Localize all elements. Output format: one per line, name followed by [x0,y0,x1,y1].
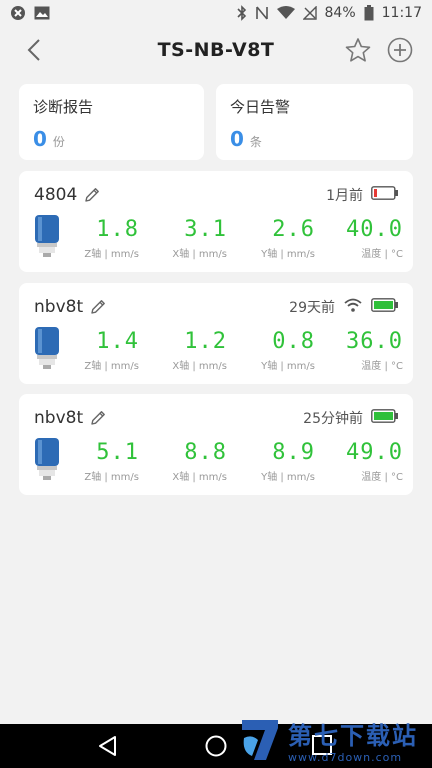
device-name: 4804 [34,185,78,205]
sensor-image [33,215,61,259]
image-icon [34,6,50,20]
reading-label: Y轴 | mm/s [261,472,315,483]
wifi-signal-icon [343,297,363,317]
diagnosis-report-card[interactable]: 诊断报告 0 份 [19,84,204,160]
watermark-title: 第七下载站 [288,722,418,750]
reading-temperature: 40.0 温度 | °C [321,217,409,261]
add-button[interactable] [386,36,414,64]
nfc-icon [255,5,269,21]
bluetooth-icon [236,5,247,21]
reading-label: 温度 | °C [361,361,403,372]
reading-label: X轴 | mm/s [172,472,227,483]
reading-value: 8.9 [272,440,315,465]
battery-full-icon [371,298,399,316]
battery-icon [364,5,374,21]
diagnosis-report-count: 0 [33,127,47,151]
edit-icon[interactable] [89,409,107,427]
watermark: 第七下载站 www.d7down.com [238,712,428,768]
reading-label: 温度 | °C [361,249,403,260]
wifi-icon [276,6,295,20]
reading-x: 3.1 X轴 | mm/s [145,217,233,261]
device-last-seen: 29天前 [289,300,335,316]
reading-value: 3.1 [184,217,227,242]
reading-label: Y轴 | mm/s [261,249,315,260]
today-alarm-count: 0 [230,127,244,151]
reading-y: 8.9 Y轴 | mm/s [233,440,321,484]
nav-home-icon [205,735,227,757]
status-time: 11:17 [381,5,422,21]
battery-percent: 84% [324,5,356,21]
sensor-image [33,327,61,371]
reading-label: Z轴 | mm/s [84,361,139,372]
edit-icon[interactable] [83,186,101,204]
reading-value: 5.1 [96,440,139,465]
status-bar: 84% 11:17 [0,0,432,26]
back-icon [27,39,40,61]
reading-value: 2.6 [272,217,315,242]
reading-temperature: 36.0 温度 | °C [321,329,409,373]
today-alarm-label: 今日告警 [230,98,291,116]
reading-value: 40.0 [346,217,403,242]
device-last-seen: 25分钟前 [303,411,363,427]
device-card[interactable]: nbv8t 25分钟前 5.1 Z轴 | mm/s 8.8 X轴 | mm/s 8.… [19,394,413,495]
reading-value: 36.0 [346,329,403,354]
reading-label: Y轴 | mm/s [261,361,315,372]
nav-home-button[interactable] [204,734,228,758]
watermark-logo [242,720,278,760]
back-button[interactable] [22,36,46,64]
reading-label: Z轴 | mm/s [84,472,139,483]
star-icon [345,38,371,62]
watermark-url: www.d7down.com [288,751,403,764]
device-card[interactable]: nbv8t 29天前 1.4 Z轴 | mm/s 1.2 X轴 | mm/s 0.8… [19,283,413,384]
edit-icon[interactable] [89,298,107,316]
battery-low-icon [371,186,399,204]
device-card[interactable]: 4804 1月前 1.8 Z轴 | mm/s 3.1 X轴 | mm/s 2.6 Y轴… [19,171,413,272]
reading-value: 1.2 [184,329,227,354]
reading-value: 1.8 [96,217,139,242]
reading-z: 5.1 Z轴 | mm/s [79,440,145,484]
add-circle-icon [387,37,413,63]
page-title: TS-NB-V8T [157,39,275,61]
favorite-button[interactable] [344,36,372,64]
device-name: nbv8t [34,297,84,317]
sensor-image [33,438,61,482]
today-alarm-card[interactable]: 今日告警 0 条 [216,84,413,160]
diagnosis-report-label: 诊断报告 [33,98,94,116]
diagnosis-report-unit: 份 [52,135,65,149]
nav-back-icon [99,736,116,756]
reading-value: 1.4 [96,329,139,354]
reading-z: 1.8 Z轴 | mm/s [79,217,145,261]
reading-value: 0.8 [272,329,315,354]
reading-label: Z轴 | mm/s [84,249,139,260]
device-last-seen: 1月前 [326,188,363,204]
reading-y: 0.8 Y轴 | mm/s [233,329,321,373]
reading-value: 49.0 [346,440,403,465]
app-header: TS-NB-V8T [0,28,432,72]
battery-full-icon [371,409,399,427]
reading-x: 1.2 X轴 | mm/s [145,329,233,373]
reading-label: 温度 | °C [361,472,403,483]
reading-value: 8.8 [184,440,227,465]
device-name: nbv8t [34,408,84,428]
today-alarm-unit: 条 [249,135,262,149]
reading-z: 1.4 Z轴 | mm/s [79,329,145,373]
reading-label: X轴 | mm/s [172,249,227,260]
reading-label: X轴 | mm/s [172,361,227,372]
nav-back-button[interactable] [96,734,120,758]
no-signal-icon [302,6,317,20]
close-circle-icon [10,5,26,21]
reading-x: 8.8 X轴 | mm/s [145,440,233,484]
reading-temperature: 49.0 温度 | °C [321,440,409,484]
reading-y: 2.6 Y轴 | mm/s [233,217,321,261]
